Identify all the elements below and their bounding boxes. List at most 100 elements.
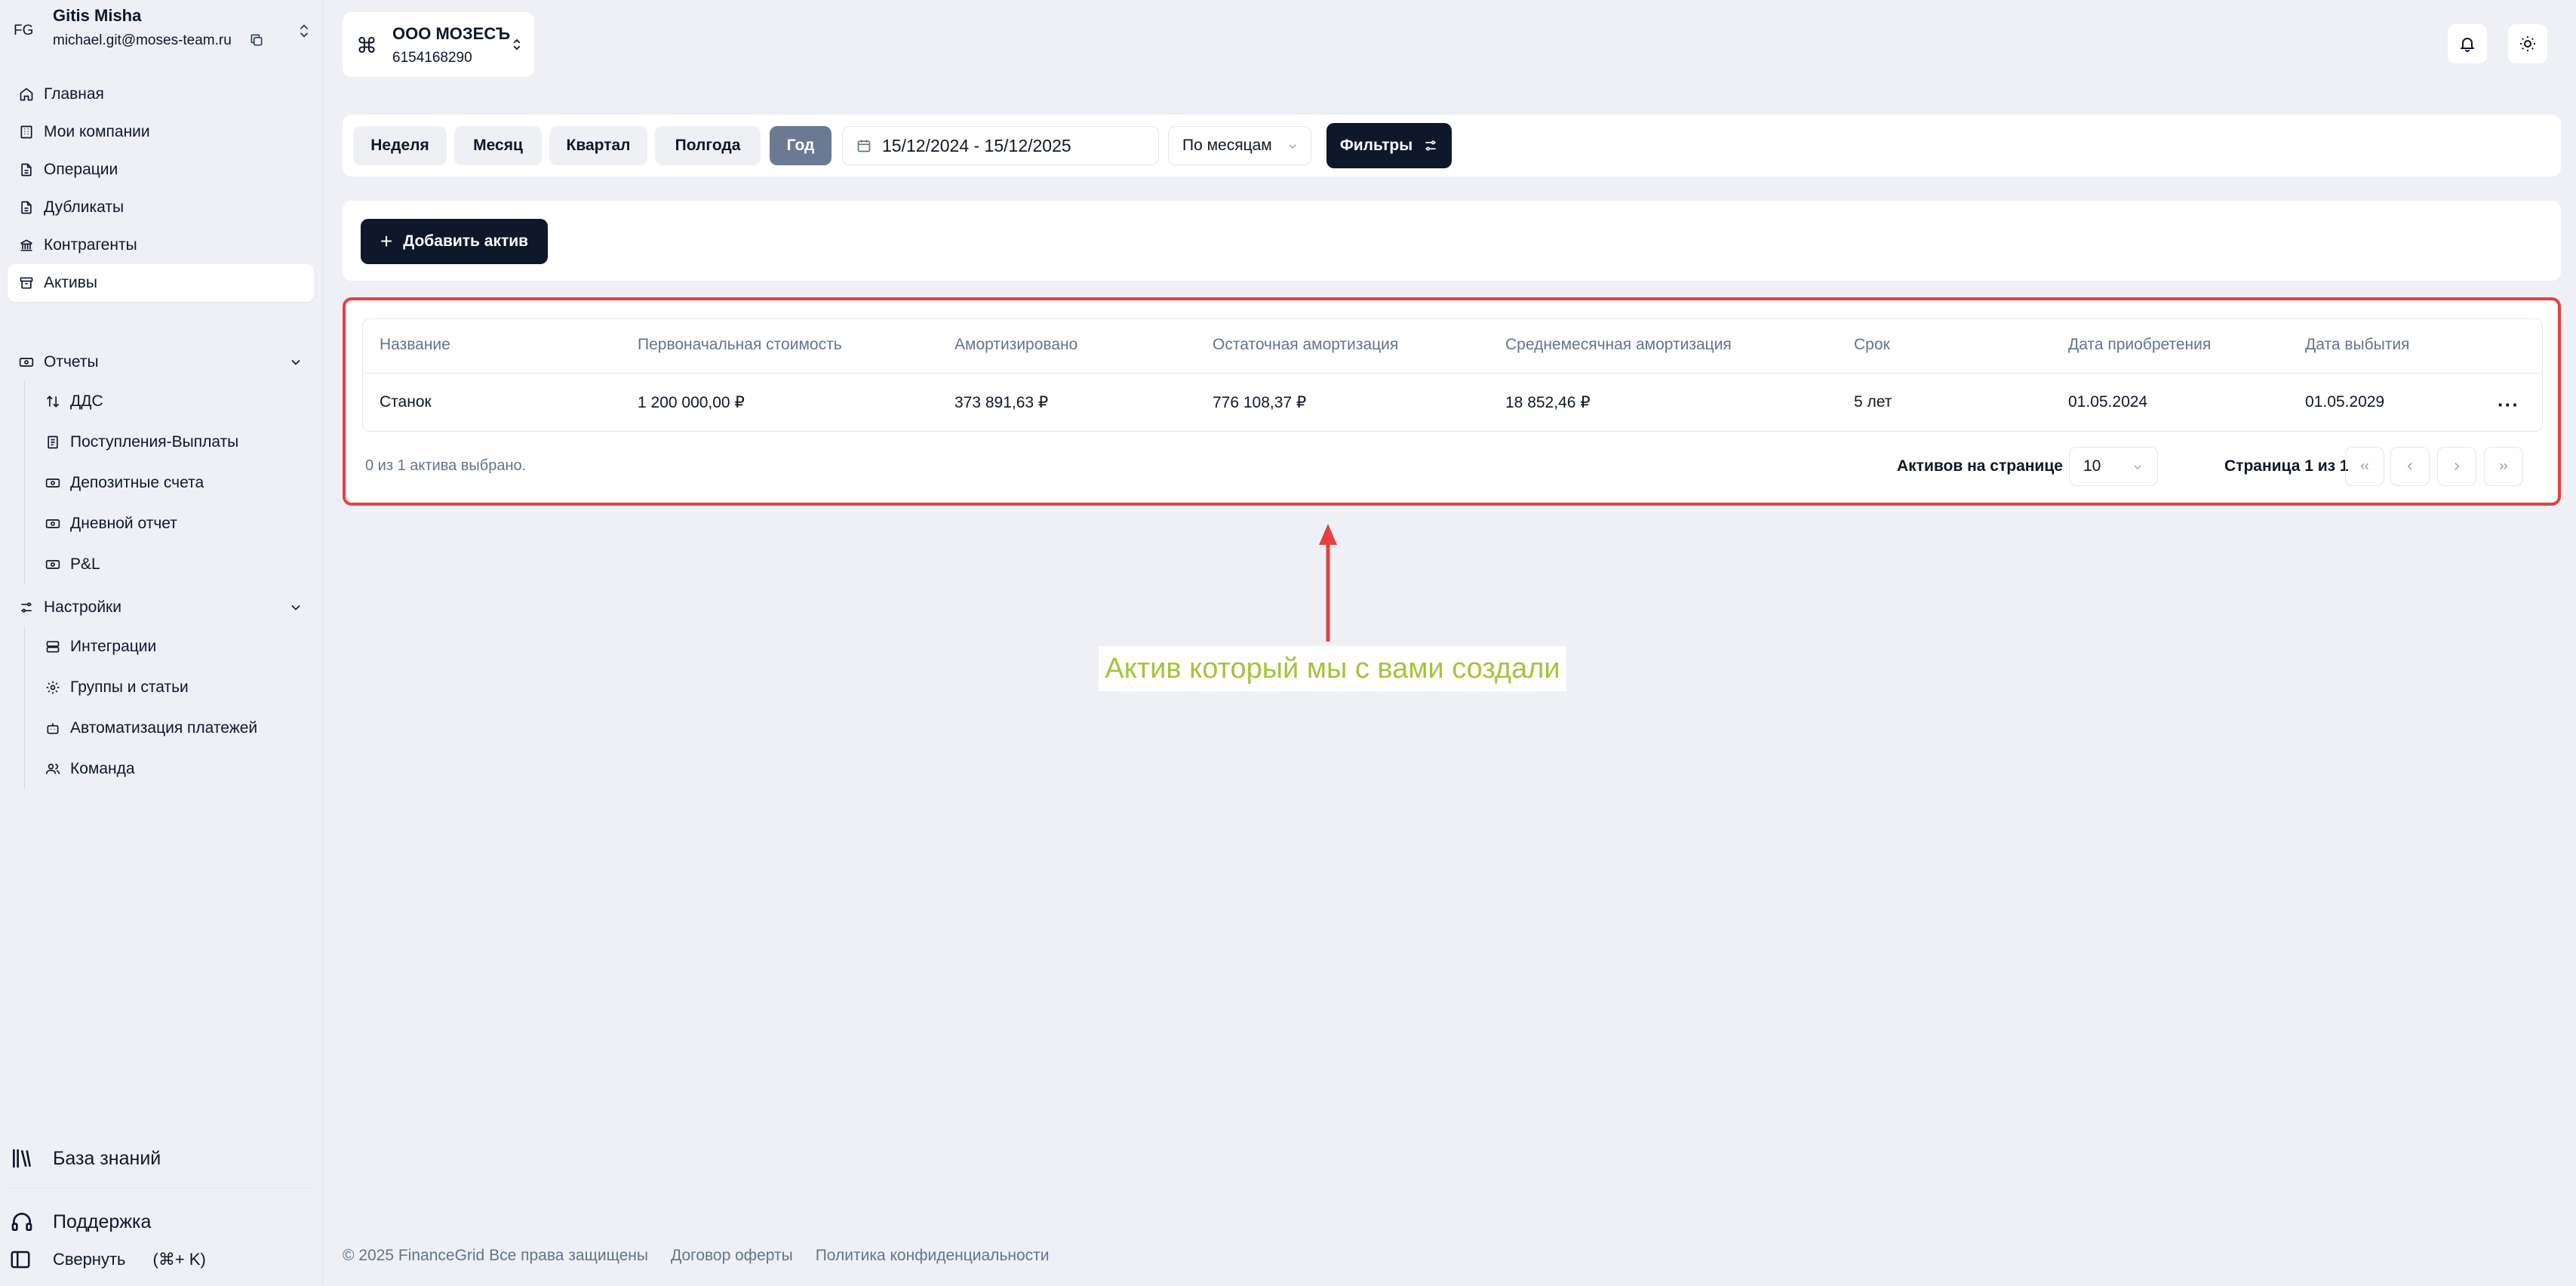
grouping-select[interactable]: По месяцам — [1168, 126, 1311, 165]
date-range-picker[interactable]: 15/12/2024 - 15/12/2025 — [842, 126, 1159, 165]
column-header[interactable]: Первоначальная стоимость — [638, 336, 842, 354]
sidebar-item-operations[interactable]: Операции — [8, 151, 314, 189]
offer-link[interactable]: Договор оферты — [671, 1247, 793, 1265]
collapse-label: Свернуть — [53, 1250, 126, 1269]
copy-icon[interactable] — [249, 32, 264, 48]
column-header[interactable]: Среднемесячная амортизация — [1505, 336, 1732, 354]
sidebar-item-integrations[interactable]: Интеграции — [37, 626, 314, 667]
prev-page-button[interactable] — [2390, 447, 2430, 486]
sidebar-item-payment-automation[interactable]: Автоматизация платежей — [37, 708, 314, 749]
reports-group: Отчеты ДДС Поступления-Выплаты Депозитны… — [8, 343, 314, 585]
column-header[interactable]: Название — [380, 336, 450, 354]
filter-bar: Неделя Месяц Квартал Полгода Год 15/12/2… — [343, 115, 2561, 177]
chevrons-updown-icon — [510, 35, 524, 54]
settings-group-toggle[interactable]: Настройки — [8, 589, 314, 626]
settings-submenu: Интеграции Группы и статьи Автоматизация… — [24, 626, 314, 789]
period-month-button[interactable]: Месяц — [454, 126, 542, 165]
assets-table-card: Название Первоначальная стоимость Аморти… — [343, 297, 2561, 506]
table-cell: 01.05.2029 — [2305, 393, 2385, 411]
next-page-button[interactable] — [2437, 447, 2476, 486]
table-row[interactable]: Станок 1 200 000,00 ₽ 373 891,63 ₽ 776 1… — [363, 374, 2542, 432]
add-asset-button[interactable]: + Добавить актив — [361, 219, 548, 264]
sidebar-item-team[interactable]: Команда — [37, 749, 314, 789]
sidebar-item-home[interactable]: Главная — [8, 75, 314, 113]
main-nav: Главная Мои компании Операции Дубликаты … — [8, 75, 314, 302]
period-year-button[interactable]: Год — [770, 126, 832, 165]
column-header[interactable]: Дата выбытия — [2305, 336, 2409, 354]
last-page-button[interactable] — [2484, 447, 2523, 486]
reports-group-label: Отчеты — [44, 353, 99, 371]
reports-submenu: ДДС Поступления-Выплаты Депозитные счета… — [24, 381, 314, 585]
archive-icon — [18, 275, 35, 291]
row-actions-menu-icon[interactable]: ··· — [2498, 393, 2519, 417]
sidebar-item-label: Контрагенты — [44, 236, 137, 254]
sidebar-item-receipts-payments[interactable]: Поступления-Выплаты — [37, 422, 314, 463]
notifications-button[interactable] — [2448, 24, 2487, 63]
period-quarter-button[interactable]: Квартал — [549, 126, 647, 165]
user-switcher[interactable]: FG Gitis Misha michael.git@moses-team.ru — [0, 0, 323, 63]
sidebar-item-label: ДДС — [70, 392, 103, 410]
support-link[interactable]: Поддержка — [9, 1209, 151, 1235]
collapse-shortcut: (⌘+ K) — [152, 1250, 206, 1269]
period-week-button[interactable]: Неделя — [353, 126, 447, 165]
company-inn: 6154168290 — [392, 50, 472, 66]
sliders-icon — [1423, 138, 1438, 153]
arrows-updown-icon — [45, 393, 61, 410]
command-icon: ⌘ — [356, 34, 377, 57]
sidebar-item-label: Автоматизация платежей — [70, 719, 258, 737]
column-header[interactable]: Дата приобретения — [2068, 336, 2211, 354]
users-icon — [45, 761, 61, 777]
reports-group-toggle[interactable]: Отчеты — [8, 343, 314, 381]
per-page-label: Активов на странице — [1897, 457, 2063, 475]
table-cell: 776 108,37 ₽ — [1213, 394, 1307, 411]
column-header[interactable]: Срок — [1854, 336, 1890, 354]
support-label: Поддержка — [53, 1211, 152, 1232]
date-range-value: 15/12/2024 - 15/12/2025 — [882, 135, 1071, 155]
assets-table: Название Первоначальная стоимость Аморти… — [362, 318, 2543, 432]
sidebar-item-counterparties[interactable]: Контрагенты — [8, 226, 314, 264]
sidebar-item-duplicates[interactable]: Дубликаты — [8, 189, 314, 226]
sidebar-item-deposits[interactable]: Депозитные счета — [37, 463, 314, 503]
robot-icon — [45, 720, 61, 737]
sidebar-item-companies[interactable]: Мои компании — [8, 113, 314, 151]
banknote-icon — [45, 556, 61, 573]
collapse-sidebar-button[interactable]: Свернуть (⌘+ K) — [9, 1248, 206, 1271]
filters-button[interactable]: Фильтры — [1326, 123, 1452, 168]
sidebar-item-groups[interactable]: Группы и статьи — [37, 667, 314, 708]
server-icon — [45, 638, 61, 655]
chevrons-updown-icon[interactable] — [296, 21, 312, 41]
sidebar-icon — [9, 1248, 32, 1271]
sidebar-item-label: Дневной отчет — [70, 515, 177, 532]
table-header-row: Название Первоначальная стоимость Аморти… — [363, 319, 2542, 374]
sidebar-item-daily-report[interactable]: Дневной отчет — [37, 503, 314, 544]
chevron-down-icon — [288, 600, 303, 615]
sidebar-item-label: Мои компании — [44, 123, 150, 140]
sidebar-item-pnl[interactable]: P&L — [37, 544, 314, 585]
file-icon — [18, 199, 35, 216]
chevron-down-icon — [1286, 140, 1299, 152]
sidebar-item-dds[interactable]: ДДС — [37, 381, 314, 422]
chevrons-left-icon — [2358, 460, 2372, 473]
first-page-button[interactable] — [2345, 447, 2384, 486]
theme-toggle-button[interactable] — [2508, 24, 2547, 63]
filters-label: Фильтры — [1339, 137, 1413, 154]
banknote-icon — [45, 515, 61, 532]
calendar-icon — [856, 138, 871, 153]
sidebar-item-label: Интеграции — [70, 638, 157, 655]
column-header[interactable]: Остаточная амортизация — [1213, 336, 1398, 354]
per-page-select[interactable]: 10 — [2069, 447, 2158, 486]
company-switcher[interactable]: ⌘ ООО МОЗЕСЪ 6154168290 — [343, 12, 534, 77]
user-email: michael.git@moses-team.ru — [53, 32, 232, 48]
library-icon — [9, 1146, 35, 1171]
sidebar-item-assets[interactable]: Активы — [8, 264, 314, 302]
building-icon — [18, 124, 35, 140]
company-name: ООО МОЗЕСЪ — [392, 24, 511, 43]
period-halfyear-button[interactable]: Полгода — [655, 126, 761, 165]
privacy-link[interactable]: Политика конфиденциальности — [816, 1247, 1050, 1265]
sidebar-item-label: Активы — [44, 274, 98, 291]
bank-icon — [18, 237, 35, 254]
table-cell: 373 891,63 ₽ — [954, 394, 1049, 411]
column-header[interactable]: Амортизировано — [954, 336, 1077, 354]
sidebar-item-label: Операции — [44, 161, 118, 178]
knowledge-base-link[interactable]: База знаний — [9, 1146, 161, 1171]
